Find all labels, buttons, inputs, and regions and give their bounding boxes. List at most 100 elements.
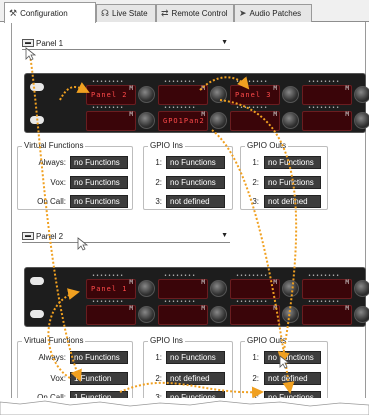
key-display[interactable]: •••••••• M <box>158 79 208 105</box>
gpio-out-value-box[interactable]: no Functions <box>264 351 321 364</box>
key-display-text: GPO1Pan2 <box>163 117 205 125</box>
tab-label: Remote Control <box>171 9 228 18</box>
rotary-knob[interactable] <box>210 86 227 103</box>
rotary-knob[interactable] <box>138 86 155 103</box>
rotary-knob[interactable] <box>354 86 369 103</box>
key-display-dots: •••••••• <box>236 79 269 85</box>
rotary-knob[interactable] <box>354 112 369 129</box>
gpio-in-value-box[interactable]: no Functions <box>166 351 225 364</box>
gpio-in-value-box[interactable]: not defined <box>166 195 225 208</box>
key-display[interactable]: •••••••• M Panel 1 <box>86 273 136 299</box>
key-display-dots: •••••••• <box>92 299 125 305</box>
rotary-knob[interactable] <box>282 86 299 103</box>
key-display-marker: M <box>273 111 277 118</box>
vf-value-box[interactable]: no Functions <box>70 176 128 189</box>
key-display-marker: M <box>345 85 349 92</box>
vf-label: On Call: <box>37 197 66 206</box>
rotary-knob[interactable] <box>282 112 299 129</box>
live-state-icon: ☊ <box>101 8 109 18</box>
panel-select-value: Panel 2 <box>36 231 64 241</box>
gpio-in-label: 1: <box>155 158 162 167</box>
rotary-knob[interactable] <box>210 112 227 129</box>
rotary-knob[interactable] <box>282 306 299 323</box>
key-display-text: Panel 2 <box>91 91 128 99</box>
vf-value-box[interactable]: no Functions <box>70 156 128 169</box>
key-display[interactable]: •••••••• M <box>302 79 352 105</box>
vf-label: Vox: <box>50 374 66 383</box>
chevron-down-icon: ▼ <box>221 232 228 239</box>
key-display-marker: M <box>345 111 349 118</box>
key-display-dots: •••••••• <box>164 105 197 111</box>
gpio-out-label: 3: <box>252 197 259 206</box>
rotary-knob[interactable] <box>210 280 227 297</box>
key-display[interactable]: •••••••• M <box>230 105 280 131</box>
key-display[interactable]: •••••••• M Panel 3 <box>230 79 280 105</box>
key-display[interactable]: •••••••• M <box>158 273 208 299</box>
gpio-out-value-box[interactable]: not defined <box>264 372 321 385</box>
key-display-dots: •••••••• <box>92 79 125 85</box>
key-display-dots: •••••••• <box>92 105 125 111</box>
key-display[interactable]: •••••••• M Panel 2 <box>86 79 136 105</box>
rotary-knob[interactable] <box>138 112 155 129</box>
key-display-marker: M <box>129 305 133 312</box>
tools-icon: ⚒ <box>9 7 18 18</box>
key-display[interactable]: •••••••• M GPO1Pan2 <box>158 105 208 131</box>
gpio-out-value-box[interactable]: no Functions <box>264 156 321 169</box>
key-display-text: Panel 1 <box>91 285 128 293</box>
key-display[interactable]: •••••••• M <box>158 299 208 325</box>
gpio-out-label: 2: <box>252 178 259 187</box>
key-display-dots: •••••••• <box>236 105 269 111</box>
rotary-knob[interactable] <box>282 280 299 297</box>
rotary-knob[interactable] <box>138 280 155 297</box>
key-display[interactable]: •••••••• M <box>86 299 136 325</box>
key-display-marker: M <box>129 279 133 286</box>
key-display-dots: •••••••• <box>164 79 197 85</box>
vf-value-box[interactable]: 1 Function <box>70 372 128 385</box>
key-display-marker: M <box>273 279 277 286</box>
tab-label: Configuration <box>20 8 68 18</box>
rack-mount-hole <box>30 83 44 91</box>
vf-value-box[interactable]: no Functions <box>70 195 128 208</box>
key-display-dots: •••••••• <box>308 79 341 85</box>
panel-select-value: Panel 1 <box>36 38 64 48</box>
gpio-out-value-box[interactable]: no Functions <box>264 176 321 189</box>
key-display[interactable]: •••••••• M <box>302 105 352 131</box>
group-title: GPIO Ins <box>148 336 185 345</box>
panel-select-1[interactable]: ▬ Panel 1 ▼ <box>22 37 230 50</box>
rotary-knob[interactable] <box>210 306 227 323</box>
key-display-dots: •••••••• <box>164 299 197 305</box>
gpio-in-value-box[interactable]: not defined <box>166 372 225 385</box>
tab-live-state[interactable]: ☊ Live State <box>96 4 156 22</box>
vf-value-box[interactable]: no Functions <box>70 351 128 364</box>
key-display-marker: M <box>273 305 277 312</box>
gpio-out-label: 1: <box>252 353 259 362</box>
rotary-knob[interactable] <box>354 280 369 297</box>
gpio-out-value-box[interactable]: not defined <box>264 195 321 208</box>
gpio-in-value-box[interactable]: no Functions <box>166 156 225 169</box>
gpio-in-value-box[interactable]: no Functions <box>166 176 225 189</box>
key-display-dots: •••••••• <box>236 299 269 305</box>
key-display[interactable]: •••••••• M <box>302 299 352 325</box>
key-display-dots: •••••••• <box>308 273 341 279</box>
tab-configuration[interactable]: ⚒ Configuration <box>4 2 96 23</box>
key-display[interactable]: •••••••• M <box>230 299 280 325</box>
key-display[interactable]: •••••••• M <box>86 105 136 131</box>
key-display-dots: •••••••• <box>92 273 125 279</box>
rack-mount-hole <box>30 310 44 318</box>
key-display[interactable]: •••••••• M <box>302 273 352 299</box>
key-display[interactable]: •••••••• M <box>230 273 280 299</box>
group-title: Virtual Functions <box>22 141 86 150</box>
key-display-marker: M <box>201 111 205 118</box>
panel-select-2[interactable]: ▬ Panel 2 ▼ <box>22 230 230 243</box>
gpio-in-label: 2: <box>155 374 162 383</box>
key-display-dots: •••••••• <box>236 273 269 279</box>
rotary-knob[interactable] <box>354 306 369 323</box>
key-display-marker: M <box>201 279 205 286</box>
key-display-marker: M <box>273 85 277 92</box>
rack-mount-hole <box>30 116 44 124</box>
tab-remote-control[interactable]: ⇄ Remote Control <box>156 4 234 22</box>
rotary-knob[interactable] <box>138 306 155 323</box>
tab-label: Live State <box>112 9 148 18</box>
key-display-dots: •••••••• <box>308 299 341 305</box>
tab-audio-patches[interactable]: ➤ Audio Patches <box>234 4 312 22</box>
